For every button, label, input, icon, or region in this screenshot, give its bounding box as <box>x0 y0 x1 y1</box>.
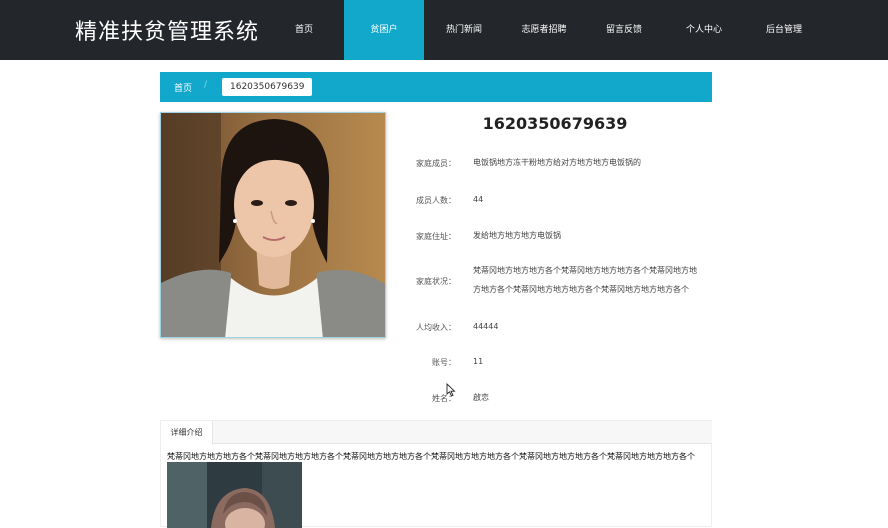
breadcrumb-current: 1620350679639 <box>222 78 313 96</box>
field-value-member-count: 44 <box>473 195 484 204</box>
breadcrumb: 首页 / 1620350679639 <box>160 72 712 102</box>
field-label-income: 人均收入： <box>416 323 456 332</box>
field-label-family-status: 家庭状况： <box>416 277 456 286</box>
top-navbar: 精准扶贫管理系统 首页 贫困户 热门新闻 志愿者招聘 留言反馈 个人中心 后台管… <box>0 0 888 60</box>
field-value-income: 44444 <box>473 322 499 331</box>
field-label-member-count: 成员人数： <box>416 196 456 205</box>
field-value-family-members: 电饭锅地方冻干粉地方给对方地方地方电饭锅的 <box>473 158 641 167</box>
nav-admin[interactable]: 后台管理 <box>744 0 824 60</box>
intro-photo <box>167 462 302 528</box>
field-value-account: 11 <box>473 357 484 366</box>
breadcrumb-home-link[interactable]: 首页 <box>174 81 192 94</box>
field-value-family-status-line1: 梵蒂冈地方地方地方各个梵蒂冈地方地方地方各个梵蒂冈地方地 <box>473 266 697 275</box>
tab-content-text: 梵蒂冈地方地方地方各个梵蒂冈地方地方地方各个梵蒂冈地方地方地方各个梵蒂冈地方地方… <box>167 452 695 461</box>
nav-poor-households[interactable]: 贫困户 <box>344 0 424 60</box>
field-label-account: 账号： <box>432 358 456 367</box>
field-label-family-members: 家庭成员： <box>416 159 456 168</box>
field-value-address: 发给地方地方地方电饭锅 <box>473 231 561 240</box>
nav-personal-center[interactable]: 个人中心 <box>664 0 744 60</box>
main-nav: 首页 贫困户 热门新闻 志愿者招聘 留言反馈 个人中心 后台管理 <box>264 0 824 60</box>
mouse-pointer-icon <box>446 382 456 401</box>
field-value-family-status-line2: 方地方各个梵蒂冈地方地方地方各个梵蒂冈地方地方地方各个 <box>473 285 689 294</box>
household-photo <box>160 112 386 338</box>
breadcrumb-separator: / <box>204 80 208 90</box>
field-label-address: 家庭住址： <box>416 232 456 241</box>
site-title[interactable]: 精准扶贫管理系统 <box>75 14 259 46</box>
tab-strip <box>161 421 712 444</box>
field-value-name: 啟恋 <box>473 393 489 402</box>
nav-volunteer-recruit[interactable]: 志愿者招聘 <box>504 0 584 60</box>
nav-hot-news[interactable]: 热门新闻 <box>424 0 504 60</box>
nav-home[interactable]: 首页 <box>264 0 344 60</box>
nav-feedback[interactable]: 留言反馈 <box>584 0 664 60</box>
tab-detail-intro[interactable]: 详细介绍 <box>161 421 213 445</box>
detail-tabs: 详细介绍 梵蒂冈地方地方地方各个梵蒂冈地方地方地方各个梵蒂冈地方地方地方各个梵蒂… <box>160 420 712 528</box>
detail-title: 1620350679639 <box>482 114 628 133</box>
